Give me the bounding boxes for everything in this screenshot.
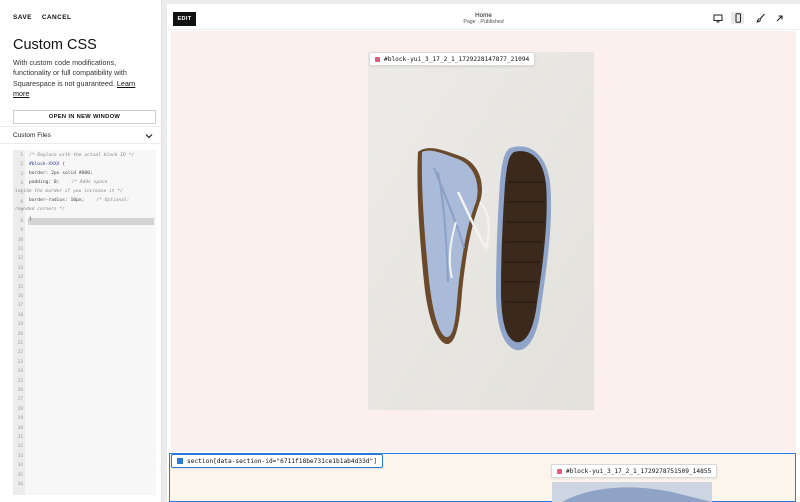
code-line: #block-XXXX {	[29, 162, 65, 167]
fullscreen-button[interactable]	[773, 12, 786, 24]
panel-description: With custom code modifications, function…	[13, 58, 148, 100]
block-dot-icon	[375, 56, 380, 62]
code-line: border: 2px solid #000;	[29, 171, 93, 176]
line-number: 6	[20, 200, 23, 205]
page-status: Page · Published	[463, 19, 504, 25]
preview-toolbar: EDIT Home Page · Published	[167, 4, 800, 30]
block-id-text: #block-yui_3_17_2_1_1729228147877_21094	[384, 55, 530, 63]
line-number: 27	[17, 397, 23, 403]
line-number: 12	[17, 256, 23, 262]
line-number: 11	[17, 247, 23, 252]
line-number: 29	[17, 416, 23, 422]
code-comment: /* Adds space	[71, 180, 108, 185]
line-number: 16	[17, 294, 23, 299]
site-styles-button[interactable]	[754, 12, 767, 24]
code-comment: /* Optional:	[96, 198, 130, 203]
line-number: 13	[17, 265, 23, 271]
line-number: 14	[17, 275, 23, 281]
line-number: 2	[20, 162, 23, 168]
code-text: border-radius: 10px;	[29, 198, 85, 203]
brush-icon	[755, 13, 765, 23]
open-in-new-window-button[interactable]: OPEN IN NEW WINDOW	[13, 110, 156, 124]
line-number: 24	[17, 369, 23, 375]
block-dot-icon	[557, 468, 562, 474]
line-number: 8	[20, 218, 23, 224]
custom-files-dropdown[interactable]: Custom Files	[0, 126, 162, 144]
code-editor[interactable]: 1 2 3 4 5 6 7 8 9 10 11 12 13 14 15 16 17 18 19 20 21 22 23 24 2…	[13, 150, 156, 495]
line-number: 4	[20, 181, 23, 187]
save-button[interactable]: SAVE	[13, 14, 32, 21]
page-title: Home	[475, 12, 492, 19]
desktop-icon	[713, 14, 722, 22]
code-line: inside the border if you increase it */	[15, 189, 123, 194]
line-number: 9	[20, 228, 23, 234]
warning-text: With custom code modifications, function…	[13, 58, 127, 88]
shoes-image	[552, 482, 712, 502]
cancel-button[interactable]: CANCEL	[42, 14, 71, 21]
line-number: 33	[17, 453, 23, 459]
desktop-view-button[interactable]	[711, 12, 724, 24]
code-line: border-radius: 10px; /* Optional:	[29, 198, 130, 203]
code-line: }	[29, 217, 32, 222]
line-number: 10	[17, 237, 23, 243]
custom-files-label: Custom Files	[13, 131, 51, 139]
panel-actions: SAVE CANCEL	[13, 14, 71, 21]
code-text: padding: 0;	[29, 180, 60, 185]
chevron-down-icon	[145, 134, 153, 139]
line-number: 23	[17, 359, 23, 365]
line-number: 32	[17, 444, 23, 450]
site-preview: EDIT Home Page · Published	[167, 4, 800, 502]
line-number: 17	[17, 303, 23, 309]
line-number: 36	[17, 482, 23, 487]
code-selector: #block-XXXX {	[29, 162, 65, 167]
section-id-text: section[data-section-id="6711f18be731ce1…	[187, 457, 377, 465]
mobile-view-button[interactable]	[731, 12, 744, 24]
line-number: 21	[17, 341, 23, 346]
panel-title: Custom CSS	[13, 37, 97, 53]
line-number: 25	[17, 378, 23, 384]
line-number: 35	[17, 472, 23, 478]
line-number: 30	[17, 425, 23, 431]
active-line-highlight	[28, 218, 154, 225]
line-number: 20	[17, 331, 23, 337]
shoes-image	[368, 52, 594, 410]
code-line: padding: 0; /* Adds space	[29, 180, 107, 185]
block-id-text: #block-yui_3_17_2_1_1729278751509_14855	[566, 467, 712, 475]
block-id-tag[interactable]: #block-yui_3_17_2_1_1729228147877_21094	[369, 52, 536, 66]
code-line: rounded corners */	[15, 207, 65, 212]
line-number: 22	[17, 350, 23, 356]
line-number: 19	[17, 322, 23, 328]
line-number: 28	[17, 406, 23, 412]
second-image-block[interactable]	[552, 482, 712, 502]
line-number: 18	[17, 312, 23, 318]
block-id-tag[interactable]: #block-yui_3_17_2_1_1729278751509_14855	[551, 464, 718, 478]
line-number: 3	[20, 171, 23, 177]
line-number: 26	[17, 388, 23, 393]
line-number: 34	[17, 463, 23, 469]
expand-icon	[776, 14, 783, 21]
code-line: /* Replace with the actual block ID */	[29, 153, 135, 158]
line-number: 15	[17, 284, 23, 290]
shoe-image-block[interactable]	[368, 52, 594, 410]
section-id-tag[interactable]: section[data-section-id="6711f18be731ce1…	[171, 454, 383, 468]
mobile-icon	[735, 13, 741, 23]
page-section[interactable]	[171, 31, 796, 452]
line-number: 1	[20, 153, 23, 158]
line-number: 31	[17, 435, 23, 440]
section-icon	[177, 458, 183, 464]
custom-css-panel: SAVE CANCEL Custom CSS With custom code …	[0, 0, 162, 502]
